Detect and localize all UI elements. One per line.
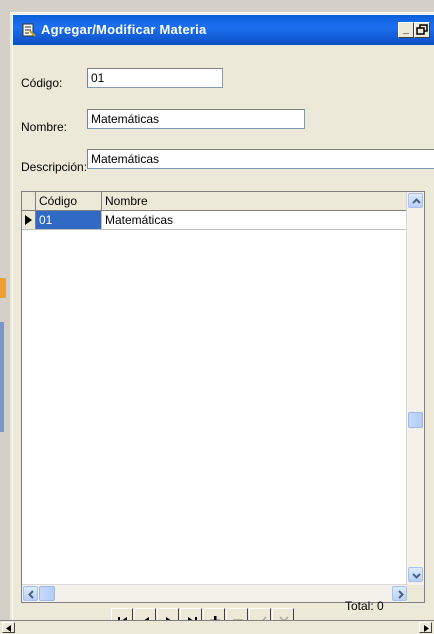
vertical-scrollbar[interactable] xyxy=(406,192,424,585)
chevron-right-icon xyxy=(398,590,404,599)
outer-scroll-left-button[interactable] xyxy=(2,622,15,633)
current-row-arrow-icon xyxy=(25,215,32,225)
outer-scroll-right-button[interactable] xyxy=(419,622,432,633)
vertical-scroll-thumb[interactable] xyxy=(408,412,423,428)
column-header-codigo[interactable]: Código xyxy=(36,192,102,210)
outer-horizontal-scrollbar[interactable] xyxy=(0,620,434,634)
scroll-up-button[interactable] xyxy=(408,193,423,208)
horizontal-scroll-thumb[interactable] xyxy=(39,586,55,601)
background-blue-fragment xyxy=(0,322,4,432)
scroll-left-button[interactable] xyxy=(23,586,38,601)
mdi-left-edge xyxy=(0,12,10,620)
restore-icon xyxy=(416,24,428,35)
materia-window: Agregar/Modificar Materia _ Código: 01 N… xyxy=(12,14,434,632)
chevron-up-icon xyxy=(412,198,421,204)
codigo-field[interactable]: 01 xyxy=(87,68,223,88)
minimize-button[interactable]: _ xyxy=(398,22,414,38)
restore-button[interactable] xyxy=(414,22,430,38)
table-row[interactable]: 01 Matemáticas xyxy=(22,211,408,230)
cell-nombre[interactable]: Matemáticas xyxy=(102,211,408,229)
window-title: Agregar/Modificar Materia xyxy=(41,22,207,37)
materias-grid[interactable]: Código Nombre 01 Matemáticas xyxy=(21,191,425,603)
scroll-down-button[interactable] xyxy=(408,567,423,582)
mdi-top-bar xyxy=(0,0,434,13)
background-orange-fragment xyxy=(0,278,6,298)
chevron-down-icon xyxy=(412,573,421,579)
scroll-right-button[interactable] xyxy=(392,586,407,601)
column-header-nombre[interactable]: Nombre xyxy=(102,192,408,210)
nombre-label: Nombre: xyxy=(21,120,68,134)
minimize-icon: _ xyxy=(402,23,410,35)
grid-header: Código Nombre xyxy=(22,192,408,211)
scroll-corner xyxy=(407,585,424,602)
arrow-left-icon xyxy=(6,625,11,632)
cell-codigo[interactable]: 01 xyxy=(36,211,102,229)
nombre-field[interactable]: Matemáticas xyxy=(87,109,305,129)
descripcion-label: Descripción: xyxy=(21,160,88,174)
codigo-label: Código: xyxy=(21,76,63,90)
row-indicator xyxy=(22,211,36,229)
arrow-right-icon xyxy=(424,625,429,632)
title-bar[interactable]: Agregar/Modificar Materia _ xyxy=(13,15,434,45)
app-icon xyxy=(22,23,36,37)
header-indicator-cell xyxy=(22,192,36,210)
total-label: Total: 0 xyxy=(345,599,384,613)
chevron-left-icon xyxy=(28,590,34,599)
descripcion-field[interactable]: Matemáticas xyxy=(87,149,434,169)
